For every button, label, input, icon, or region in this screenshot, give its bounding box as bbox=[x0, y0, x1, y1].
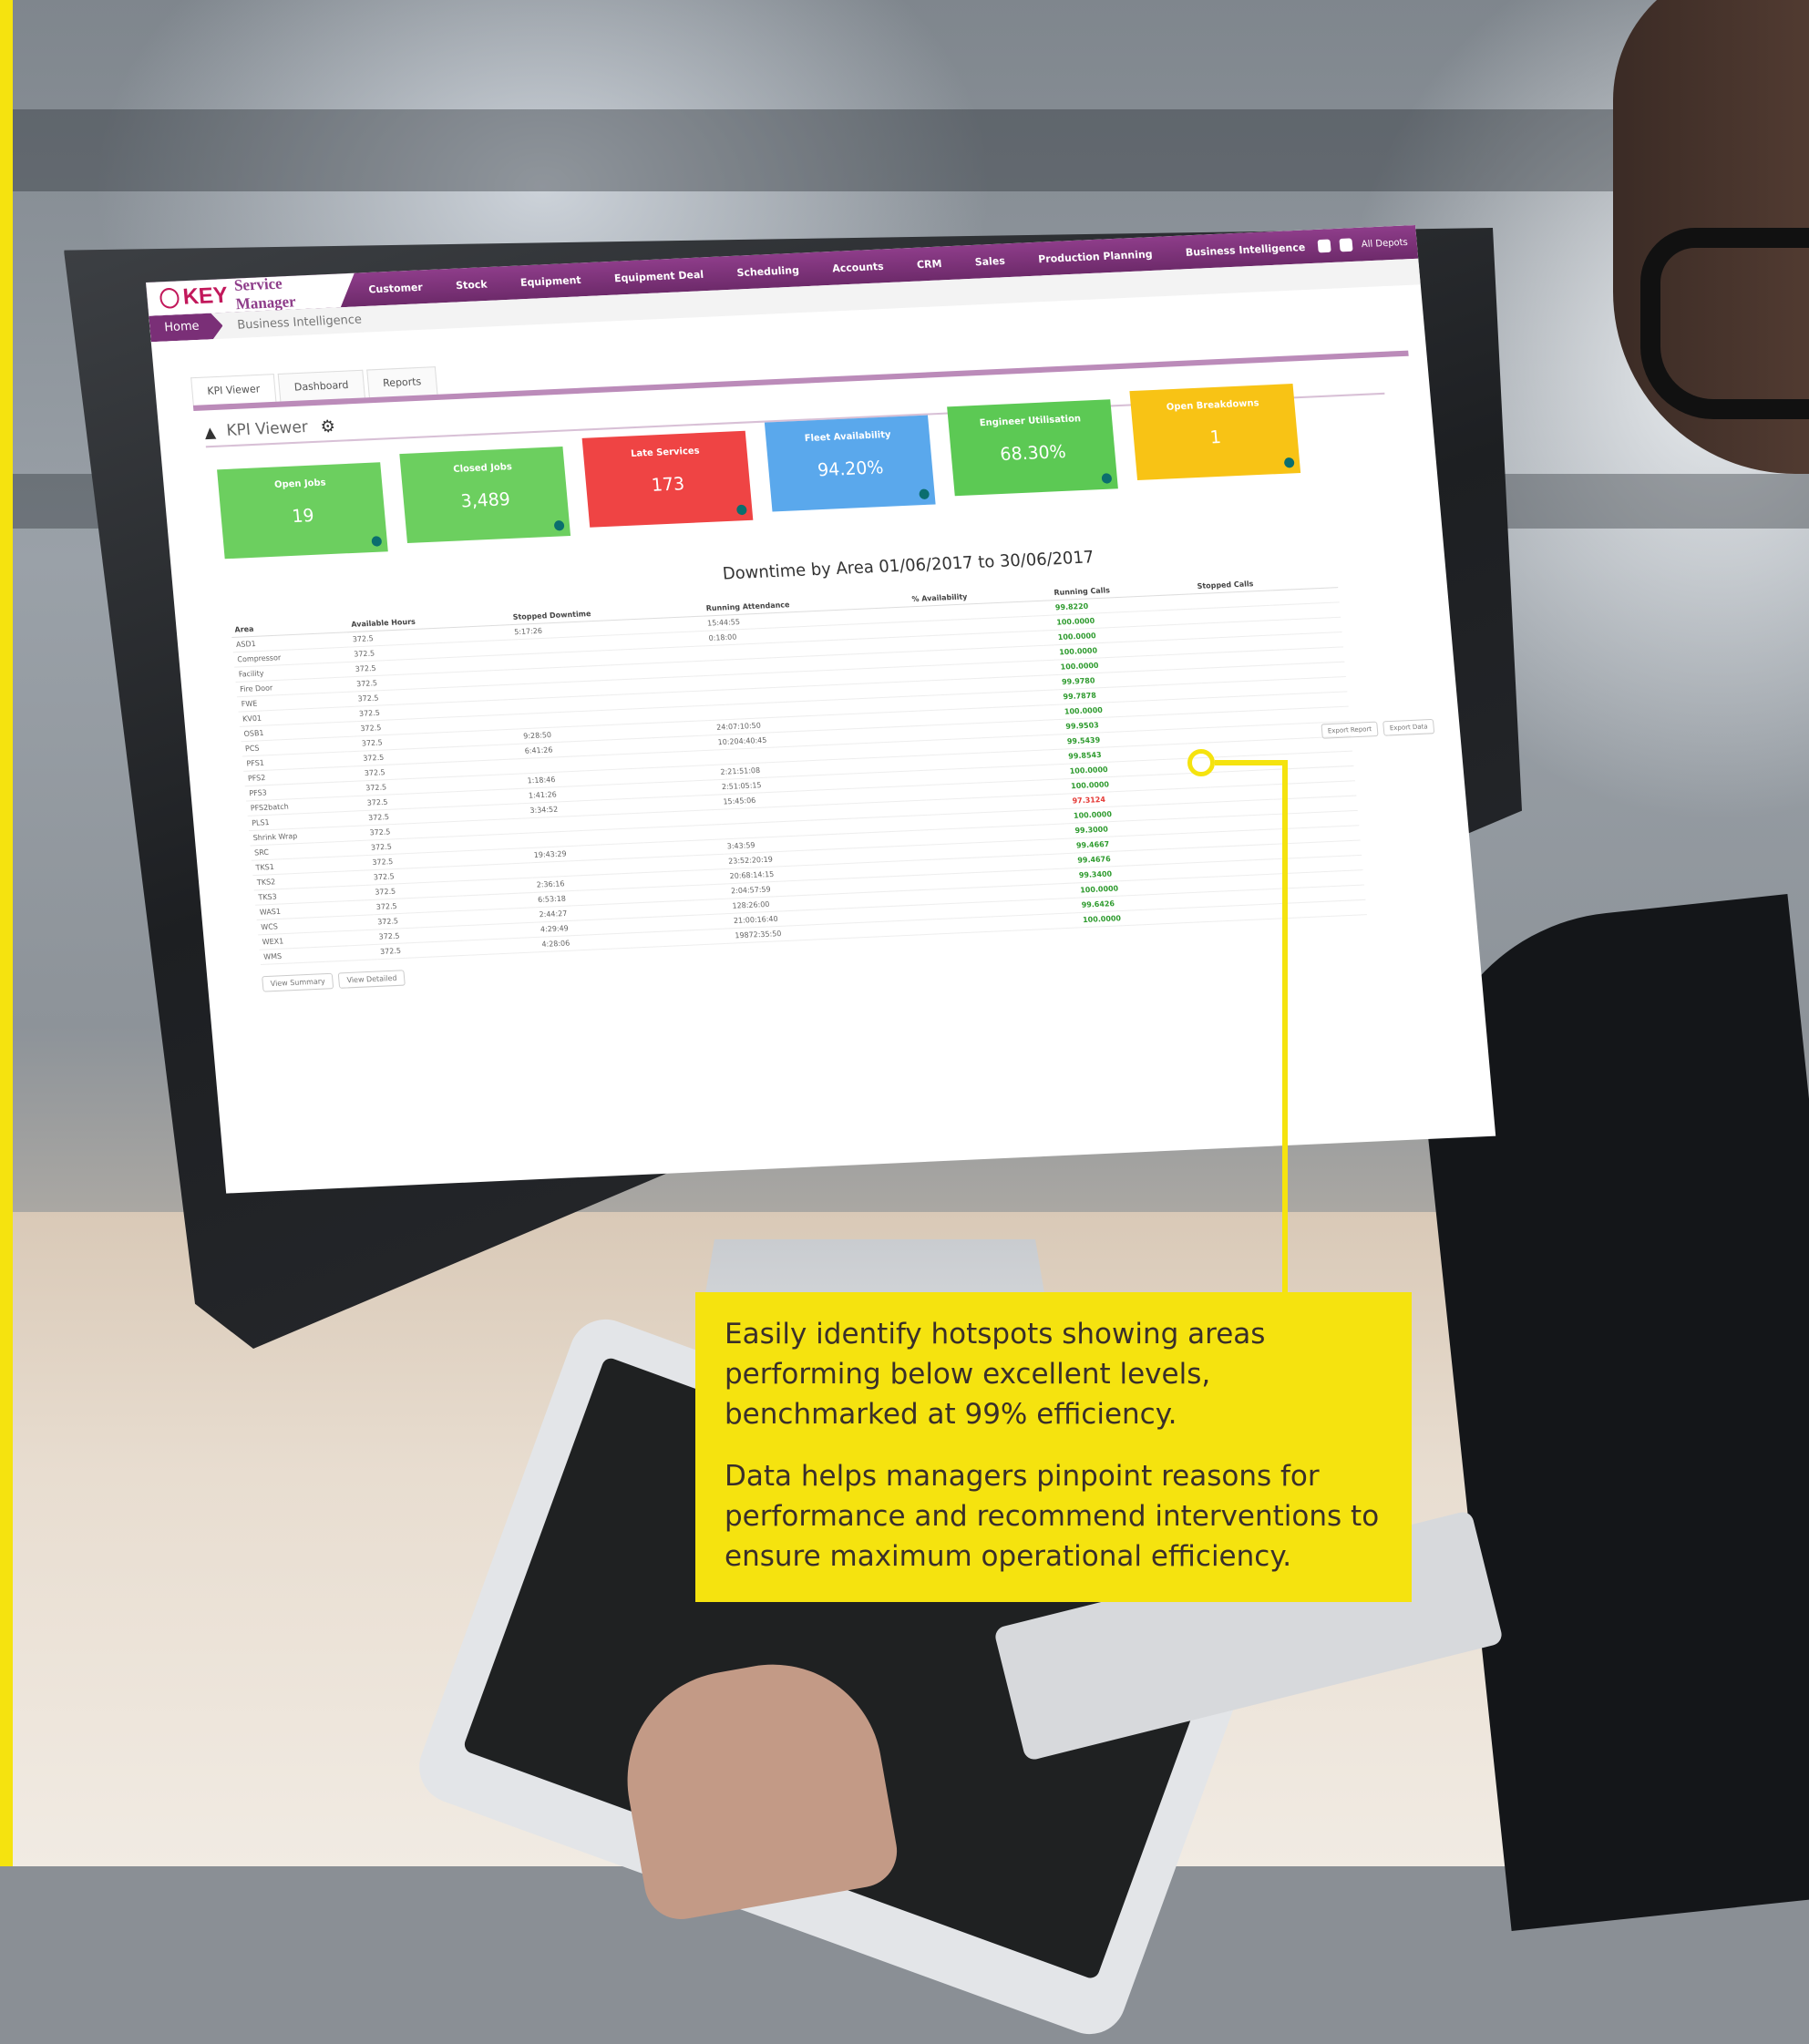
kpi-tile-title: Closed Jobs bbox=[452, 461, 513, 476]
callout-paragraph-2: Data helps managers pinpoint reasons for… bbox=[725, 1460, 1380, 1573]
collapse-chevron-icon[interactable]: ▲ bbox=[204, 423, 217, 441]
export-data-button[interactable]: Export Data bbox=[1382, 718, 1435, 736]
tab-kpi-viewer[interactable]: KPI Viewer bbox=[190, 374, 277, 406]
kpi-tile-title: Open Jobs bbox=[273, 478, 327, 491]
callout-paragraph-1: Easily identify hotspots showing areas p… bbox=[725, 1318, 1266, 1431]
menu-item[interactable]: Equipment bbox=[516, 273, 585, 289]
kpi-tile-value: 19 bbox=[291, 505, 315, 528]
yellow-margin-bar bbox=[0, 0, 13, 1866]
kpi-tile[interactable]: Closed Jobs 3,489 bbox=[399, 447, 571, 544]
menu-item[interactable]: Business Intelligence bbox=[1181, 241, 1309, 259]
tile-info-icon[interactable] bbox=[1283, 457, 1295, 468]
tab-dashboard[interactable]: Dashboard bbox=[277, 369, 365, 402]
tile-info-icon[interactable] bbox=[919, 488, 930, 500]
kpi-tile-value: 3,489 bbox=[459, 488, 511, 512]
tile-info-icon[interactable] bbox=[553, 519, 565, 531]
kpi-tile[interactable]: Open Jobs 19 bbox=[217, 462, 388, 560]
kpi-tile-value: 1 bbox=[1208, 426, 1222, 448]
tile-info-icon[interactable] bbox=[735, 504, 747, 516]
user-avatar-icon[interactable] bbox=[1317, 239, 1331, 253]
view-summary-button[interactable]: View Summary bbox=[262, 972, 334, 992]
view-detailed-button[interactable]: View Detailed bbox=[337, 970, 406, 989]
kpi-tile[interactable]: Fleet Availability 94.20% bbox=[764, 415, 936, 512]
export-report-button[interactable]: Export Report bbox=[1321, 721, 1379, 739]
menu-item[interactable]: Equipment Deal bbox=[610, 268, 707, 284]
kpi-tile-value: 94.20% bbox=[817, 457, 885, 481]
tab-reports[interactable]: Reports bbox=[365, 366, 438, 398]
top-right-controls: All Depots bbox=[1317, 235, 1418, 253]
menu-item[interactable]: Production Planning bbox=[1034, 248, 1156, 265]
monitor-screen: KEY Service Manager Customer Stock Equipme… bbox=[146, 225, 1496, 1194]
logo-title: Service Manager bbox=[233, 274, 297, 313]
kpi-tile-value: 173 bbox=[650, 473, 686, 496]
glasses bbox=[1640, 228, 1809, 419]
callout-box: Easily identify hotspots showing areas p… bbox=[695, 1292, 1412, 1602]
logo-brand: KEY bbox=[181, 282, 230, 310]
callout-leader-horizontal bbox=[1215, 760, 1288, 765]
app-window: KEY Service Manager Customer Stock Equipme… bbox=[146, 225, 1496, 1194]
tile-info-icon[interactable] bbox=[371, 536, 383, 547]
menu-item[interactable]: Sales bbox=[971, 254, 1009, 268]
tile-info-icon[interactable] bbox=[1101, 473, 1113, 484]
hotspot-marker bbox=[1187, 749, 1215, 776]
kpi-tile[interactable]: Open Breakdowns 1 bbox=[1129, 384, 1301, 481]
menu-item[interactable]: CRM bbox=[912, 257, 945, 271]
callout-leader-vertical bbox=[1282, 760, 1288, 1298]
depot-selector[interactable]: All Depots bbox=[1361, 237, 1408, 250]
breadcrumb-current: Business Intelligence bbox=[236, 312, 363, 333]
kpi-tile[interactable]: Late Services 173 bbox=[581, 430, 754, 528]
menu-item[interactable]: Scheduling bbox=[733, 263, 803, 279]
home-icon[interactable] bbox=[1339, 238, 1353, 252]
kpi-panel-title: KPI Viewer bbox=[225, 417, 309, 441]
kpi-tile[interactable]: Engineer Utilisation 68.30% bbox=[947, 399, 1118, 497]
gear-icon[interactable]: ⚙ bbox=[320, 416, 336, 437]
window-frame bbox=[0, 109, 1809, 191]
kpi-tile-value: 68.30% bbox=[999, 441, 1067, 466]
menu-item[interactable]: Stock bbox=[452, 278, 492, 292]
menu-item[interactable]: Customer bbox=[365, 281, 427, 295]
logo-emblem-icon bbox=[159, 288, 180, 309]
menu-item[interactable]: Accounts bbox=[828, 260, 888, 274]
kpi-tile-title: Late Services bbox=[630, 446, 701, 460]
breadcrumb-home[interactable]: Home bbox=[149, 313, 224, 342]
